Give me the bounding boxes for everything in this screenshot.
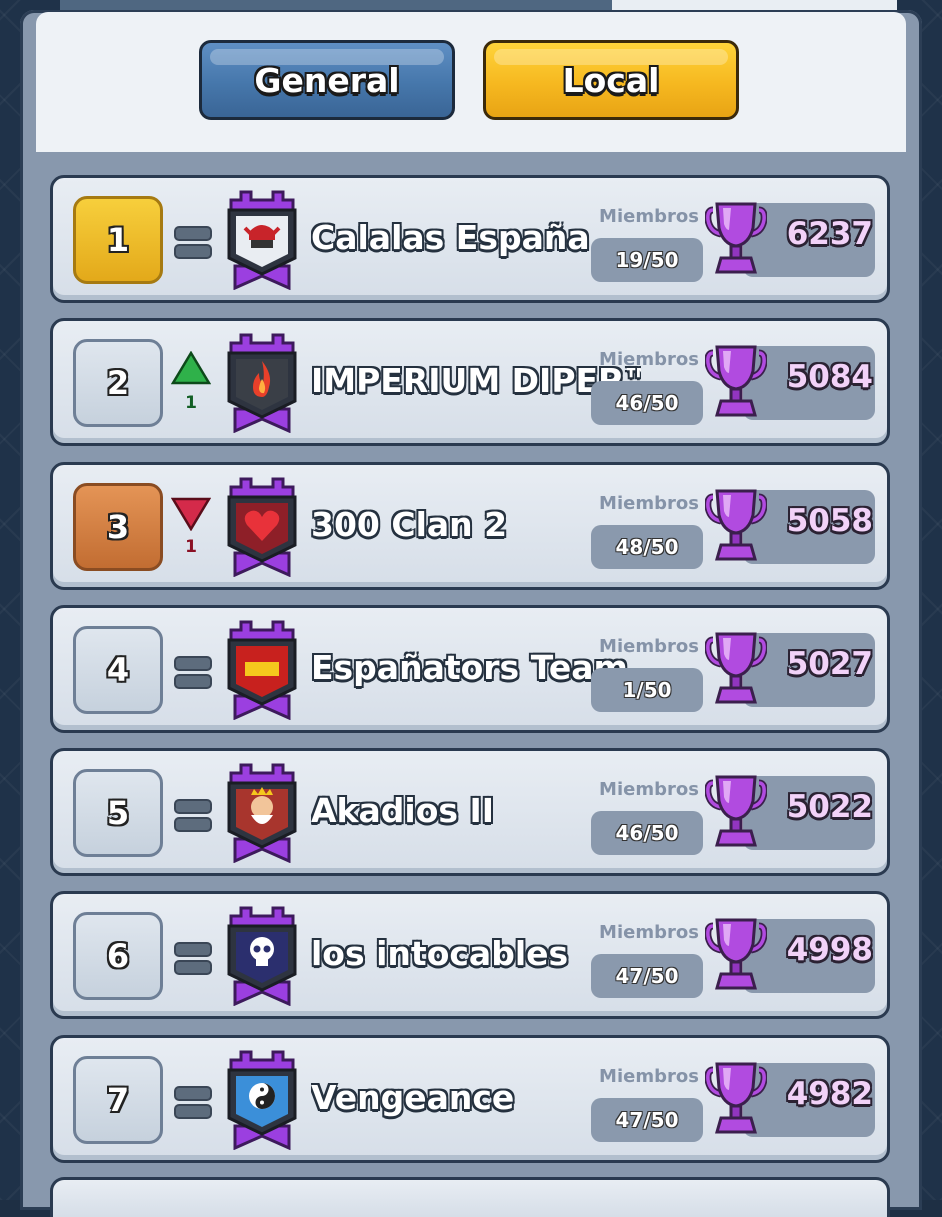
clan-trophies: 4982 <box>786 1075 873 1112</box>
tab-general[interactable]: General <box>199 40 455 120</box>
members-count: 46/50 <box>591 811 703 856</box>
members-count: 47/50 <box>591 1097 703 1142</box>
rank-badge: 3 <box>73 482 163 571</box>
no-change-icon <box>171 1068 212 1138</box>
clan-row[interactable]: 4 Españators Team Miembros 1/50 5027 <box>50 604 890 733</box>
members-label: Miembros <box>599 349 699 371</box>
members-label: Miembros <box>599 1065 699 1087</box>
clan-row[interactable]: 1 Calalas España Miembros 19/50 6237 <box>50 175 890 303</box>
members-label: Miembros <box>599 206 699 227</box>
clan-row[interactable]: 7 Vengeance Miembros 47/50 4982 <box>50 1034 890 1163</box>
no-change-icon <box>171 781 212 851</box>
top-strip-right <box>612 0 897 10</box>
members-label: Miembros <box>599 492 699 514</box>
rank-change-amount: 1 <box>185 536 197 557</box>
members-count: 46/50 <box>591 381 703 426</box>
rank-badge: 5 <box>73 769 163 858</box>
top-strip <box>60 0 612 10</box>
fire-icon <box>223 331 301 434</box>
clan-row-partial[interactable] <box>50 1177 890 1217</box>
no-change-icon <box>171 208 212 278</box>
rank-badge: 6 <box>73 912 163 1001</box>
no-change-icon <box>171 924 212 994</box>
clan-row[interactable]: 3 1 300 Clan 2 Miembros 48/50 5058 <box>50 461 890 590</box>
yin-yang-icon <box>223 1048 301 1151</box>
members-count: 19/50 <box>591 238 703 282</box>
spain-flag-icon <box>223 618 301 721</box>
rank-badge: 1 <box>73 196 163 284</box>
clan-trophies: 5058 <box>786 502 873 539</box>
clan-trophies: 6237 <box>786 216 873 252</box>
clan-row[interactable]: 5 Akadios II Miembros 46/50 5022 <box>50 748 890 877</box>
members-label: Miembros <box>599 635 699 657</box>
clan-trophies: 5022 <box>786 789 873 826</box>
rank-down-icon: 1 <box>170 495 212 565</box>
clan-trophies: 5084 <box>786 359 873 396</box>
no-change-icon <box>171 638 212 708</box>
rank-badge: 4 <box>73 625 163 714</box>
helmet-icon <box>223 188 301 291</box>
rank-badge: 7 <box>73 1055 163 1144</box>
members-label: Miembros <box>599 779 699 801</box>
tab-bar: General Local <box>36 12 906 152</box>
rank-badge: 2 <box>73 339 163 428</box>
clan-trophies: 5027 <box>786 645 873 682</box>
clan-trophies: 4998 <box>786 932 873 969</box>
members-count: 48/50 <box>591 524 703 569</box>
heart-icon <box>223 475 301 577</box>
skull-icon <box>223 904 301 1007</box>
clan-list: 1 Calalas España Miembros 19/50 6237 2 1 IMPERI… <box>50 175 890 1178</box>
rank-up-icon: 1 <box>170 350 212 421</box>
members-count: 47/50 <box>591 954 703 999</box>
king-icon <box>223 761 301 864</box>
members-count: 1/50 <box>591 667 703 712</box>
tab-local[interactable]: Local <box>483 40 739 120</box>
rank-change-amount: 1 <box>185 393 197 414</box>
members-label: Miembros <box>599 922 699 944</box>
clan-row[interactable]: 6 los intocables Miembros 47/50 4998 <box>50 891 890 1020</box>
clan-row[interactable]: 2 1 IMPERIUM DIPEP™ Miembros 46/50 5084 <box>50 318 890 447</box>
